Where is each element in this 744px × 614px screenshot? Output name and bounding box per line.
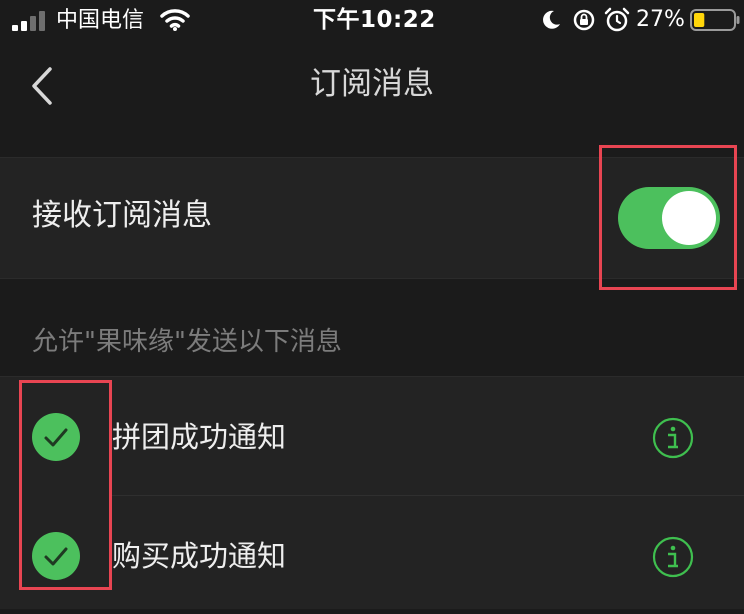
alarm-icon bbox=[604, 7, 630, 32]
moon-icon bbox=[543, 10, 560, 29]
toggle-highlight-box bbox=[599, 145, 737, 290]
signal-icon bbox=[12, 11, 45, 31]
rotation-lock-icon bbox=[573, 9, 595, 31]
section-caption: 允许"果味缘"发送以下消息 bbox=[32, 327, 342, 357]
receive-subscription-label: 接收订阅消息 bbox=[32, 198, 212, 233]
carrier-name: 中国电信 bbox=[56, 8, 145, 33]
list-item-label: 购买成功通知 bbox=[112, 539, 287, 573]
navigation-bar: 订阅消息 bbox=[0, 44, 744, 124]
battery-percent: 27% bbox=[636, 7, 685, 32]
checkbox-highlight-box bbox=[19, 380, 112, 590]
status-bar: 中国电信 下午10:22 27% bbox=[0, 0, 744, 44]
battery-icon bbox=[690, 9, 740, 31]
info-icon[interactable] bbox=[652, 536, 694, 578]
info-icon[interactable] bbox=[652, 417, 694, 459]
page-title: 订阅消息 bbox=[310, 66, 434, 102]
wifi-icon bbox=[160, 9, 190, 31]
status-time: 下午10:22 bbox=[313, 7, 436, 33]
list-item-label: 拼团成功通知 bbox=[112, 420, 287, 454]
